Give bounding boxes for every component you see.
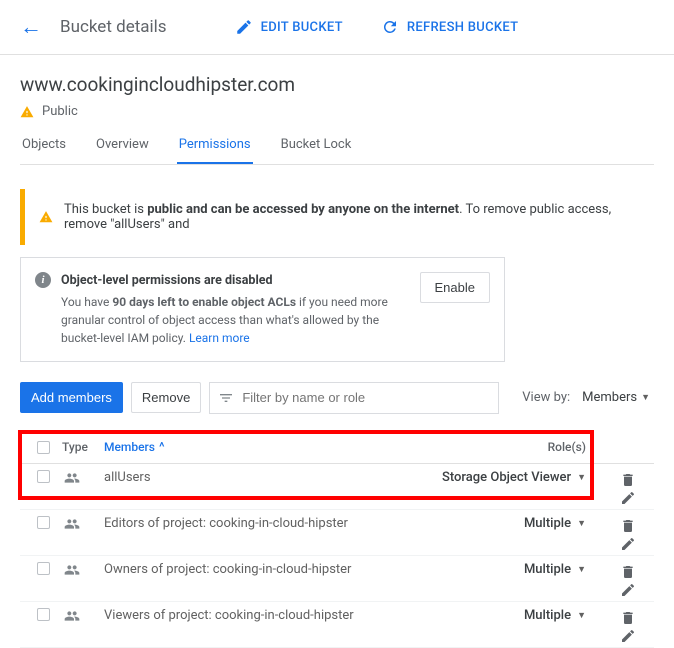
people-icon — [62, 470, 82, 486]
people-icon — [62, 608, 82, 624]
tabs: Objects Overview Permissions Bucket Lock — [20, 137, 654, 165]
dropdown-icon: ▼ — [577, 518, 586, 529]
members-table: Type Members ^ Role(s) allUsers Storage … — [20, 432, 654, 648]
refresh-bucket-label: REFRESH BUCKET — [407, 20, 519, 35]
info-icon: i — [35, 272, 51, 288]
refresh-icon — [381, 18, 399, 36]
dropdown-icon: ▼ — [641, 392, 650, 403]
delete-icon[interactable] — [620, 564, 636, 580]
view-by-value: Members — [582, 390, 637, 405]
th-roles: Role(s) — [416, 440, 586, 454]
tab-bucket-lock[interactable]: Bucket Lock — [279, 137, 354, 164]
warning-icon — [20, 105, 34, 119]
banner-prefix: This bucket is — [64, 202, 147, 217]
th-members[interactable]: Members ^ — [104, 440, 416, 455]
info-title: Object-level permissions are disabled — [61, 272, 410, 291]
warning-icon — [39, 210, 53, 224]
remove-button[interactable]: Remove — [131, 382, 201, 413]
select-all-checkbox[interactable] — [28, 441, 58, 454]
edit-icon[interactable] — [620, 536, 636, 552]
edit-icon[interactable] — [620, 628, 636, 644]
controls-row: Add members Remove View by: Members ▼ — [20, 382, 654, 414]
edit-icon[interactable] — [620, 582, 636, 598]
member-type-icon — [58, 608, 104, 624]
row-checkbox[interactable] — [28, 516, 58, 529]
role-label: Multiple — [524, 562, 571, 577]
public-tag: Public — [20, 104, 654, 119]
table-row: allUsers Storage Object Viewer ▼ — [20, 464, 654, 510]
role-label: Storage Object Viewer — [442, 470, 571, 485]
edit-bucket-button[interactable]: EDIT BUCKET — [235, 18, 343, 36]
delete-icon[interactable] — [620, 610, 636, 626]
learn-more-link[interactable]: Learn more — [189, 331, 250, 345]
role-dropdown[interactable]: Storage Object Viewer ▼ — [442, 470, 586, 485]
dropdown-icon: ▼ — [577, 472, 586, 483]
object-acl-info-card: i Object-level permissions are disabled … — [20, 257, 505, 362]
view-by-label: View by: — [522, 390, 570, 405]
filter-icon — [218, 390, 234, 406]
role-dropdown[interactable]: Multiple ▼ — [524, 516, 586, 531]
edit-bucket-label: EDIT BUCKET — [261, 20, 343, 35]
filter-input-wrap[interactable] — [209, 382, 499, 414]
view-by-select[interactable]: Members ▼ — [578, 384, 654, 411]
info-text-a: You have — [61, 295, 112, 309]
bucket-name: www.cookingincloudhipster.com — [20, 73, 654, 96]
member-type-icon — [58, 516, 104, 532]
table-row: Editors of project: cooking-in-cloud-hip… — [20, 510, 654, 556]
page-title: Bucket details — [60, 17, 167, 37]
member-name: Owners of project: cooking-in-cloud-hips… — [104, 562, 416, 577]
delete-icon[interactable] — [620, 472, 636, 488]
role-dropdown[interactable]: Multiple ▼ — [524, 608, 586, 623]
sort-asc-icon: ^ — [159, 440, 165, 455]
banner-text: This bucket is public and can be accesse… — [64, 202, 640, 232]
public-label: Public — [42, 104, 78, 119]
tab-permissions[interactable]: Permissions — [177, 137, 253, 164]
dropdown-icon: ▼ — [577, 610, 586, 621]
back-arrow-icon[interactable]: ← — [20, 14, 42, 40]
table-row: Viewers of project: cooking-in-cloud-hip… — [20, 602, 654, 648]
member-name: Viewers of project: cooking-in-cloud-hip… — [104, 608, 416, 623]
row-checkbox[interactable] — [28, 608, 58, 621]
member-type-icon — [58, 562, 104, 578]
people-icon — [62, 562, 82, 578]
info-icon-wrap: i — [35, 272, 51, 347]
refresh-bucket-button[interactable]: REFRESH BUCKET — [381, 18, 519, 36]
pencil-icon — [235, 18, 253, 36]
member-type-icon — [58, 470, 104, 486]
view-by: View by: Members ▼ — [522, 384, 654, 411]
th-type: Type — [58, 440, 104, 454]
add-members-button[interactable]: Add members — [20, 382, 123, 413]
delete-icon[interactable] — [620, 518, 636, 534]
filter-input[interactable] — [242, 390, 490, 405]
row-checkbox[interactable] — [28, 470, 58, 483]
th-members-label: Members — [104, 440, 155, 454]
info-body: Object-level permissions are disabled Yo… — [61, 272, 410, 347]
row-checkbox[interactable] — [28, 562, 58, 575]
role-label: Multiple — [524, 516, 571, 531]
banner-bold: public and can be accessed by anyone on … — [147, 202, 459, 217]
enable-button[interactable]: Enable — [420, 272, 490, 303]
member-name: allUsers — [104, 470, 416, 485]
dropdown-icon: ▼ — [577, 564, 586, 575]
role-dropdown[interactable]: Multiple ▼ — [524, 562, 586, 577]
public-warning-banner: This bucket is public and can be accesse… — [20, 189, 654, 245]
tab-overview[interactable]: Overview — [94, 137, 151, 164]
table-row: Owners of project: cooking-in-cloud-hips… — [20, 556, 654, 602]
member-name: Editors of project: cooking-in-cloud-hip… — [104, 516, 416, 531]
edit-icon[interactable] — [620, 490, 636, 506]
info-text-bold: 90 days left to enable object ACLs — [112, 295, 296, 309]
table-header-row: Type Members ^ Role(s) — [20, 432, 654, 464]
header-bar: ← Bucket details EDIT BUCKET REFRESH BUC… — [0, 0, 674, 55]
role-label: Multiple — [524, 608, 571, 623]
people-icon — [62, 516, 82, 532]
tab-objects[interactable]: Objects — [20, 137, 68, 164]
